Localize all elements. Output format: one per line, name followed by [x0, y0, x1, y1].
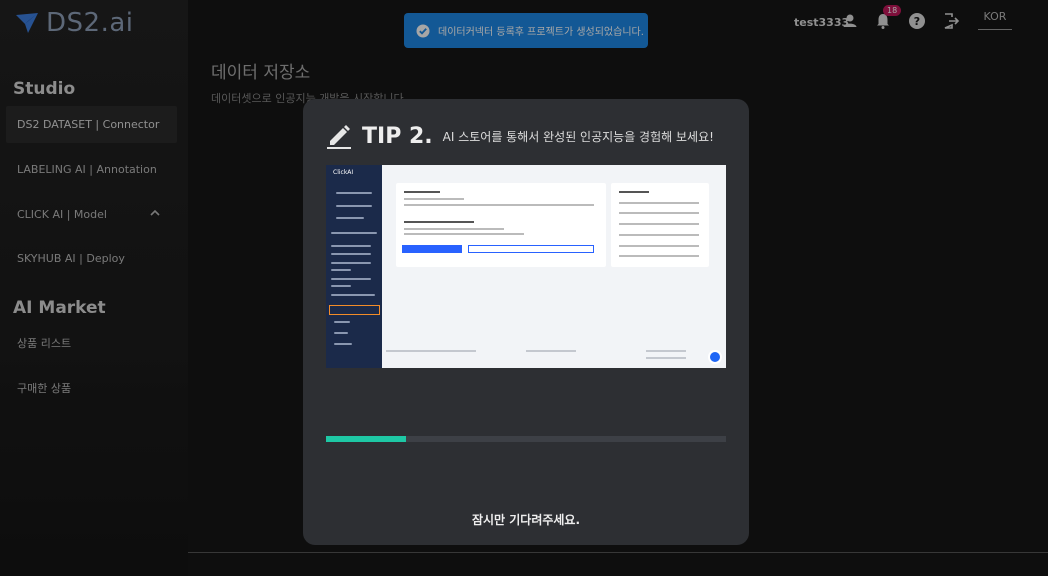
- preview-highlight: [329, 305, 380, 315]
- tip-header: TIP 2. AI 스토어를 통해서 완성된 인공지능을 경험해 보세요!: [326, 123, 714, 149]
- preview-logo: ClickAI: [333, 169, 354, 176]
- tip-preview-image: ClickAI: [326, 165, 726, 368]
- tip-title: TIP 2.: [362, 123, 433, 149]
- preview-card-main: [396, 183, 606, 267]
- preview-card-side: [611, 183, 709, 267]
- preview-sidebar: ClickAI: [326, 165, 382, 368]
- pencil-icon: [327, 125, 351, 149]
- wait-message: 잠시만 기다려주세요.: [471, 513, 581, 527]
- tip-description: AI 스토어를 통해서 완성된 인공지능을 경험해 보세요!: [442, 129, 714, 144]
- chat-icon: [708, 350, 722, 364]
- loading-progress-bar: [326, 436, 726, 442]
- tip-modal: TIP 2. AI 스토어를 통해서 완성된 인공지능을 경험해 보세요! Cl…: [303, 99, 749, 545]
- progress-fill: [326, 436, 406, 442]
